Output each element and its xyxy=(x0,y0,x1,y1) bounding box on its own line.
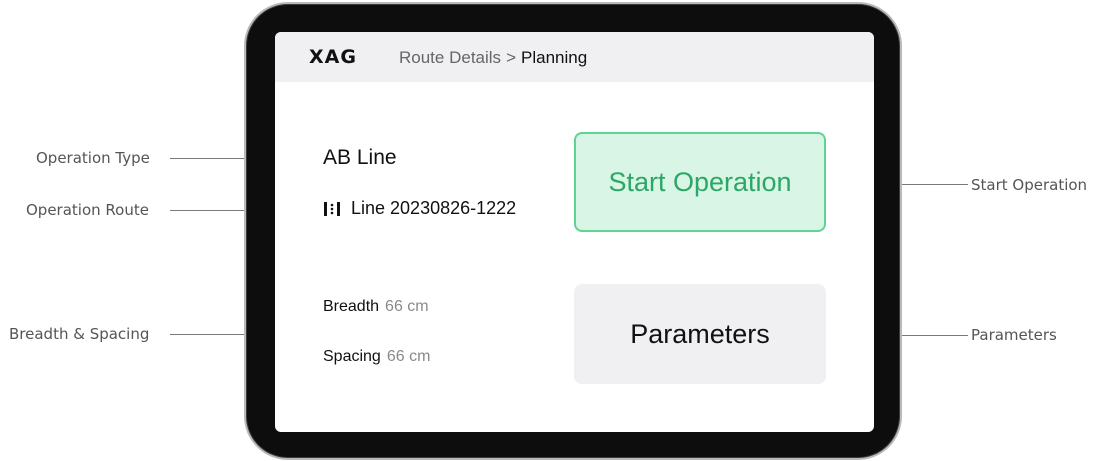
operation-route-name: Line 20230826-1222 xyxy=(351,198,517,218)
annotation-operation-route: Operation Route xyxy=(26,201,149,219)
spacing-row: Spacing 66 cm xyxy=(323,348,430,366)
parameters-button[interactable]: Parameters xyxy=(574,284,826,384)
breadcrumb-separator: > xyxy=(506,48,516,67)
annotation-breadth-spacing: Breadth & Spacing xyxy=(9,325,150,343)
top-bar: XAG Route Details > Planning xyxy=(275,32,874,82)
breadth-value: 66 cm xyxy=(385,298,429,315)
breadcrumb-route-details[interactable]: Route Details xyxy=(399,48,501,67)
operation-route: Line 20230826-1222 xyxy=(323,198,516,219)
annotation-operation-type: Operation Type xyxy=(36,149,150,167)
spacing-value: 66 cm xyxy=(386,348,431,365)
start-operation-button[interactable]: Start Operation xyxy=(574,132,826,232)
start-operation-label: Start Operation xyxy=(608,167,792,197)
breadcrumb-planning: Planning xyxy=(521,48,588,67)
annotation-start-operation: Start Operation xyxy=(971,176,1088,194)
spacing-label: Spacing xyxy=(323,348,381,365)
xag-logo: XAG xyxy=(309,46,357,68)
breadth-row: Breadth 66 cm xyxy=(323,298,429,316)
operation-type-value: AB Line xyxy=(323,146,397,169)
parameters-label: Parameters xyxy=(630,318,770,349)
breadcrumb: Route Details > Planning xyxy=(399,48,587,68)
breadth-label: Breadth xyxy=(323,298,380,315)
tablet-screen: XAG Route Details > Planning AB Line Line … xyxy=(275,32,874,432)
ab-line-route-icon xyxy=(324,201,340,216)
annotation-parameters: Parameters xyxy=(971,326,1057,344)
